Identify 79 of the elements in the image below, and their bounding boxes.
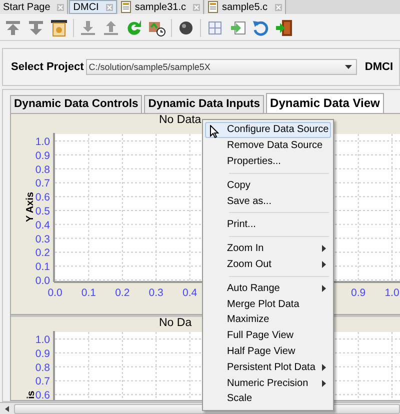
undo-icon[interactable]	[252, 19, 270, 37]
menu-item[interactable]: Copy	[205, 177, 331, 194]
x-tick-label: 1.0	[384, 287, 400, 299]
y-tick-label: 1.0	[35, 136, 50, 148]
mouse-cursor-icon	[210, 125, 219, 138]
x-tick-label: 0.1	[81, 287, 96, 299]
document-tab[interactable]: Start Page	[0, 0, 68, 14]
refresh-icon[interactable]	[125, 19, 143, 37]
y-tick-label: 1.0	[35, 334, 50, 346]
menu-item[interactable]: Print...	[205, 216, 331, 233]
file-icon	[208, 1, 219, 13]
y-tick-label: 0.9	[35, 348, 50, 360]
submenu-arrow-icon	[322, 284, 326, 292]
x-tick-label: 0.3	[148, 287, 164, 299]
y-tick-label: 0.6	[35, 192, 50, 204]
upload-icon[interactable]	[102, 19, 120, 37]
document-icon[interactable]	[50, 19, 68, 37]
ball-icon[interactable]	[177, 19, 195, 37]
y-tick-label: 0.9	[35, 150, 50, 162]
scroll-left-icon[interactable]	[4, 406, 10, 412]
y-tick-label: 0.8	[35, 164, 50, 176]
menu-item[interactable]: Maximize	[205, 312, 331, 328]
arrow-to-bottom-icon[interactable]	[27, 19, 45, 37]
y-tick-label: 0.6	[35, 390, 50, 400]
y-tick-label: 0.7	[35, 376, 50, 388]
y-tick-label: 0.7	[35, 178, 50, 190]
menu-item[interactable]: Zoom Out	[205, 256, 331, 272]
y-tick-label: 0.8	[35, 362, 50, 374]
view-tab[interactable]: Dynamic Data Controls	[10, 95, 142, 113]
close-icon[interactable]	[106, 4, 113, 10]
view-tab[interactable]: Dynamic Data Inputs	[144, 95, 264, 113]
grid-icon[interactable]	[206, 19, 224, 37]
y-tick-label: 0.5	[35, 206, 50, 218]
menu-item[interactable]: Save as...	[205, 193, 331, 209]
view-tab[interactable]: Dynamic Data View	[266, 93, 384, 113]
y-axis-label: Y Axis	[25, 192, 36, 222]
x-tick-label: 0.4	[182, 287, 198, 299]
menu-item[interactable]: Merge Plot Data	[205, 296, 331, 312]
download-icon[interactable]	[79, 19, 97, 37]
document-tab[interactable]: DMCI	[69, 0, 117, 14]
document-tab[interactable]: sample31.c	[118, 0, 204, 14]
project-dropdown[interactable]: C:/solution/sample5/sample5X	[86, 59, 357, 75]
y-tick-label: 0.1	[35, 261, 50, 274]
submenu-arrow-icon	[322, 364, 326, 371]
y-tick-label: 0.3	[35, 233, 50, 246]
x-tick-label: 0.9	[351, 287, 366, 299]
close-icon[interactable]	[274, 4, 282, 10]
menu-item[interactable]: Configure Data Source	[205, 122, 331, 138]
menu-item[interactable]: Persistent Plot Data	[205, 359, 331, 376]
submenu-arrow-icon	[322, 260, 326, 268]
close-icon[interactable]	[57, 4, 64, 10]
x-tick-label: 0.2	[115, 287, 130, 299]
menu-item[interactable]: Zoom In	[205, 240, 331, 257]
file-icon	[120, 1, 132, 13]
plot-title: No Da	[159, 317, 192, 329]
menu-item[interactable]: Scale	[205, 390, 331, 407]
dmci-button[interactable]: DMCI	[364, 61, 393, 73]
project-label: Select Project	[11, 61, 84, 73]
submenu-arrow-icon	[322, 380, 326, 387]
menu-item[interactable]: Full Page View	[205, 328, 331, 344]
import-icon[interactable]	[229, 19, 247, 37]
menu-item[interactable]: Properties...	[205, 154, 331, 170]
y-axis-label: is	[26, 390, 37, 399]
menu-item[interactable]: Auto Range	[205, 280, 331, 296]
submenu-arrow-icon	[322, 245, 326, 252]
y-tick-label: 0.2	[35, 247, 50, 260]
menu-item[interactable]: Remove Data Source	[205, 138, 331, 154]
menu-item[interactable]: Numeric Precision	[205, 375, 331, 391]
arrow-to-top-icon[interactable]	[4, 19, 22, 37]
x-tick-label: 0.0	[48, 287, 62, 299]
exit-icon[interactable]	[275, 19, 293, 37]
close-icon[interactable]	[192, 4, 200, 10]
plot-title: No Data	[159, 114, 202, 126]
menu-item[interactable]: Half Page View	[205, 344, 331, 360]
dropdown-arrow-icon	[344, 65, 352, 69]
y-tick-label: 0.4	[35, 219, 50, 232]
chart-clock-icon[interactable]	[148, 19, 166, 37]
y-tick-label: 0.0	[35, 275, 50, 287]
document-tab[interactable]: sample5.c	[204, 0, 286, 14]
